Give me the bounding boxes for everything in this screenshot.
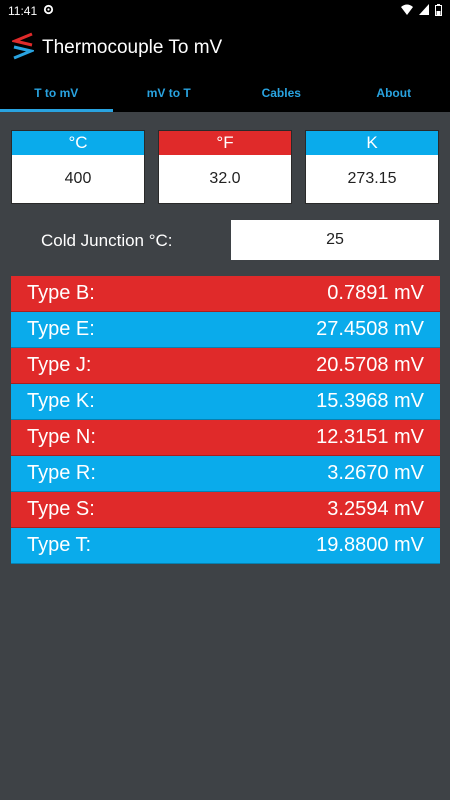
status-time: 11:41 <box>8 4 38 18</box>
type-b-row: Type B: 0.7891 mV <box>11 276 440 312</box>
celsius-input[interactable]: 400 <box>12 155 144 203</box>
cold-junction-label: Cold Junction °C: <box>41 231 173 250</box>
type-j-row: Type J: 20.5708 mV <box>11 348 440 384</box>
tab-cables[interactable]: Cables <box>225 74 338 112</box>
app-title: Thermocouple To mV <box>42 37 223 58</box>
type-value: 15.3968 mV <box>316 390 424 412</box>
celsius-card: °C 400 <box>11 130 145 204</box>
type-value: 3.2594 mV <box>327 498 424 520</box>
type-value: 3.2670 mV <box>327 462 424 484</box>
type-label: Type E: <box>27 318 95 340</box>
type-value: 27.4508 mV <box>316 318 424 340</box>
status-bar: 11:41 <box>0 0 450 22</box>
type-label: Type S: <box>27 498 95 520</box>
type-label: Type K: <box>27 390 95 412</box>
fahrenheit-input[interactable]: 32.0 <box>159 155 291 203</box>
thermocouple-type-list: Type B: 0.7891 mV Type E: 27.4508 mV Typ… <box>11 276 440 564</box>
unit-inputs: °C 400 °F 32.0 K 273.15 <box>11 130 439 204</box>
type-s-row: Type S: 3.2594 mV <box>11 492 440 528</box>
settings-gear-icon <box>43 4 54 18</box>
type-e-row: Type E: 27.4508 mV <box>11 312 440 348</box>
type-label: Type B: <box>27 282 95 304</box>
tab-bar: T to mV mV to T Cables About <box>0 74 450 112</box>
celsius-label: °C <box>12 131 144 155</box>
signal-icon <box>419 4 429 18</box>
app-bar: Thermocouple To mV <box>0 22 450 74</box>
type-label: Type N: <box>27 426 96 448</box>
wifi-icon <box>401 4 413 18</box>
type-r-row: Type R: 3.2670 mV <box>11 456 440 492</box>
fahrenheit-card: °F 32.0 <box>158 130 292 204</box>
battery-icon <box>435 3 442 19</box>
type-label: Type T: <box>27 534 92 556</box>
type-label: Type R: <box>27 462 96 484</box>
cold-junction-input[interactable]: 25 <box>231 220 439 260</box>
type-label: Type J: <box>27 354 92 376</box>
type-value: 19.8800 mV <box>316 534 424 556</box>
type-k-row: Type K: 15.3968 mV <box>11 384 440 420</box>
app-logo-icon <box>10 32 36 65</box>
type-value: 20.5708 mV <box>316 354 424 376</box>
kelvin-card: K 273.15 <box>305 130 439 204</box>
type-n-row: Type N: 12.3151 mV <box>11 420 440 456</box>
type-t-row: Type T: 19.8800 mV <box>11 528 440 564</box>
type-value: 0.7891 mV <box>327 282 424 304</box>
kelvin-input[interactable]: 273.15 <box>306 155 438 203</box>
type-value: 12.3151 mV <box>316 426 424 448</box>
kelvin-label: K <box>306 131 438 155</box>
tab-mv-to-t[interactable]: mV to T <box>113 74 226 112</box>
fahrenheit-label: °F <box>159 131 291 155</box>
tab-t-to-mv[interactable]: T to mV <box>0 74 113 112</box>
tab-about[interactable]: About <box>338 74 450 112</box>
